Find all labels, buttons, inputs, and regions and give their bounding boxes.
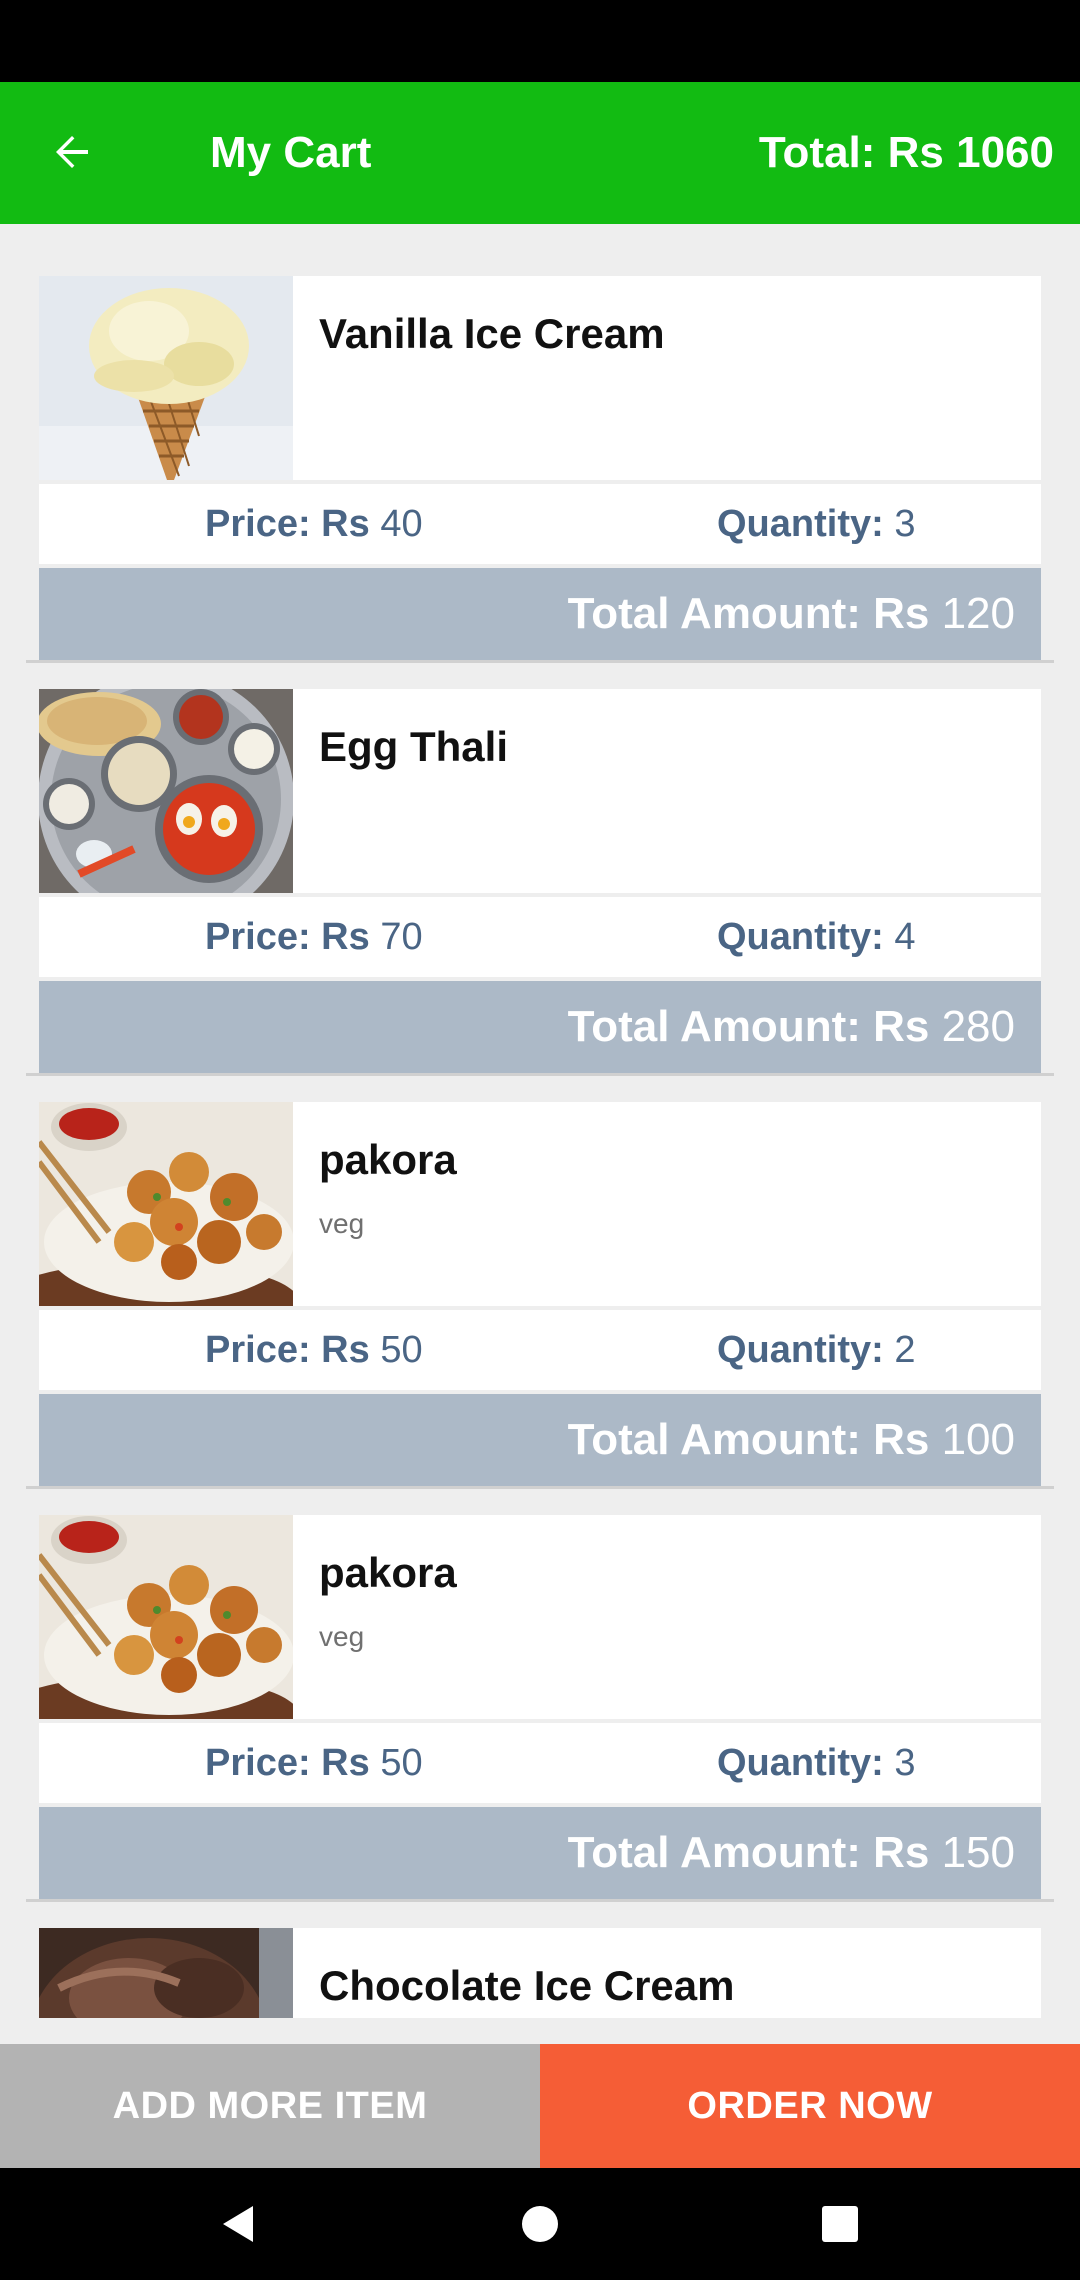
divider bbox=[26, 660, 1054, 663]
cart-item[interactable]: pakora veg Price: Rs 50 Quantity: 3 Tota… bbox=[26, 1515, 1041, 1899]
item-description: veg bbox=[319, 1208, 365, 1239]
item-price: Price: Rs 40 bbox=[205, 484, 423, 564]
item-quantity: Quantity: 3 bbox=[717, 484, 915, 564]
item-price: Price: Rs 50 bbox=[205, 1310, 423, 1390]
item-image-pakora bbox=[39, 1102, 293, 1306]
quantity-value: 3 bbox=[894, 503, 916, 545]
item-name: pakora bbox=[319, 1136, 457, 1183]
nav-back-button[interactable] bbox=[183, 2168, 295, 2280]
bottom-action-bar: ADD MORE ITEM ORDER NOW bbox=[0, 2044, 1080, 2168]
item-price: Price: Rs 70 bbox=[205, 897, 423, 977]
item-image-pakora bbox=[39, 1515, 293, 1719]
price-row: Price: Rs 50 Quantity: 3 bbox=[39, 1723, 1041, 1803]
divider bbox=[26, 1486, 1054, 1489]
price-label: Price: Rs bbox=[205, 916, 370, 958]
status-bar bbox=[0, 0, 1080, 82]
item-quantity: Quantity: 2 bbox=[717, 1310, 915, 1390]
divider bbox=[26, 1899, 1054, 1902]
order-now-button[interactable]: ORDER NOW bbox=[540, 2044, 1080, 2168]
item-header: Chocolate Ice Cream bbox=[39, 1928, 1041, 2018]
price-row: Price: Rs 70 Quantity: 4 bbox=[39, 897, 1041, 977]
item-quantity: Quantity: 3 bbox=[717, 1723, 915, 1803]
quantity-label: Quantity: bbox=[717, 503, 884, 545]
quantity-value: 2 bbox=[894, 1329, 916, 1371]
cart-item[interactable]: Chocolate Ice Cream bbox=[26, 1928, 1041, 2018]
price-value: 50 bbox=[380, 1329, 423, 1371]
quantity-value: 3 bbox=[894, 1742, 916, 1784]
quantity-label: Quantity: bbox=[717, 916, 884, 958]
total-label: Total Amount: Rs bbox=[567, 589, 930, 638]
item-image-chocolate-ice-cream bbox=[39, 1928, 293, 2018]
item-name: Chocolate Ice Cream bbox=[319, 1962, 735, 2009]
total-value: 100 bbox=[941, 1415, 1015, 1464]
system-navigation-bar bbox=[0, 2168, 1080, 2280]
price-value: 50 bbox=[380, 1742, 423, 1784]
nav-home-button[interactable] bbox=[484, 2168, 596, 2280]
arrow-left-icon bbox=[56, 136, 88, 168]
total-label: Total Amount: Rs bbox=[567, 1415, 930, 1464]
quantity-label: Quantity: bbox=[717, 1329, 884, 1371]
quantity-label: Quantity: bbox=[717, 1742, 884, 1784]
item-name: pakora bbox=[319, 1549, 457, 1596]
price-label: Price: Rs bbox=[205, 503, 370, 545]
item-quantity: Quantity: 4 bbox=[717, 897, 915, 977]
item-total-row: Total Amount: Rs 100 bbox=[39, 1394, 1041, 1486]
item-total-row: Total Amount: Rs 120 bbox=[39, 568, 1041, 660]
back-triangle-icon bbox=[223, 2206, 253, 2242]
recents-square-icon bbox=[822, 2206, 858, 2242]
back-button[interactable] bbox=[36, 116, 108, 188]
total-value: 150 bbox=[941, 1828, 1015, 1877]
cart-total: Total: Rs 1060 bbox=[758, 128, 1054, 177]
item-image-egg-thali bbox=[39, 689, 293, 893]
price-row: Price: Rs 40 Quantity: 3 bbox=[39, 484, 1041, 564]
item-image-vanilla-ice-cream bbox=[39, 276, 293, 480]
total-label: Total Amount: Rs bbox=[567, 1828, 930, 1877]
home-circle-icon bbox=[522, 2206, 558, 2242]
price-value: 70 bbox=[380, 916, 423, 958]
item-header: pakora veg bbox=[39, 1102, 1041, 1306]
item-name: Vanilla Ice Cream bbox=[319, 310, 665, 357]
add-more-item-button[interactable]: ADD MORE ITEM bbox=[0, 2044, 540, 2168]
app-bar: My Cart Total: Rs 1060 bbox=[0, 82, 1080, 224]
item-total-row: Total Amount: Rs 280 bbox=[39, 981, 1041, 1073]
item-header: pakora veg bbox=[39, 1515, 1041, 1719]
total-value: 120 bbox=[941, 589, 1015, 638]
item-total-row: Total Amount: Rs 150 bbox=[39, 1807, 1041, 1899]
price-label: Price: Rs bbox=[205, 1329, 370, 1371]
total-label: Total Amount: Rs bbox=[567, 1002, 930, 1051]
cart-item[interactable]: Vanilla Ice Cream Price: Rs 40 Quantity:… bbox=[26, 276, 1041, 660]
nav-recents-button[interactable] bbox=[784, 2168, 896, 2280]
page-title: My Cart bbox=[210, 128, 372, 177]
cart-item[interactable]: Egg Thali Price: Rs 70 Quantity: 4 Total… bbox=[26, 689, 1041, 1073]
cart-item[interactable]: pakora veg Price: Rs 50 Quantity: 2 Tota… bbox=[26, 1102, 1041, 1486]
item-description: veg bbox=[319, 1621, 365, 1652]
price-label: Price: Rs bbox=[205, 1742, 370, 1784]
price-row: Price: Rs 50 Quantity: 2 bbox=[39, 1310, 1041, 1390]
cart-list[interactable]: Vanilla Ice Cream Price: Rs 40 Quantity:… bbox=[0, 224, 1080, 2018]
price-value: 40 bbox=[380, 503, 423, 545]
quantity-value: 4 bbox=[894, 916, 916, 958]
item-header: Egg Thali bbox=[39, 689, 1041, 893]
item-header: Vanilla Ice Cream bbox=[39, 276, 1041, 480]
item-price: Price: Rs 50 bbox=[205, 1723, 423, 1803]
divider bbox=[26, 1073, 1054, 1076]
total-value: 280 bbox=[941, 1002, 1015, 1051]
item-name: Egg Thali bbox=[319, 723, 508, 770]
